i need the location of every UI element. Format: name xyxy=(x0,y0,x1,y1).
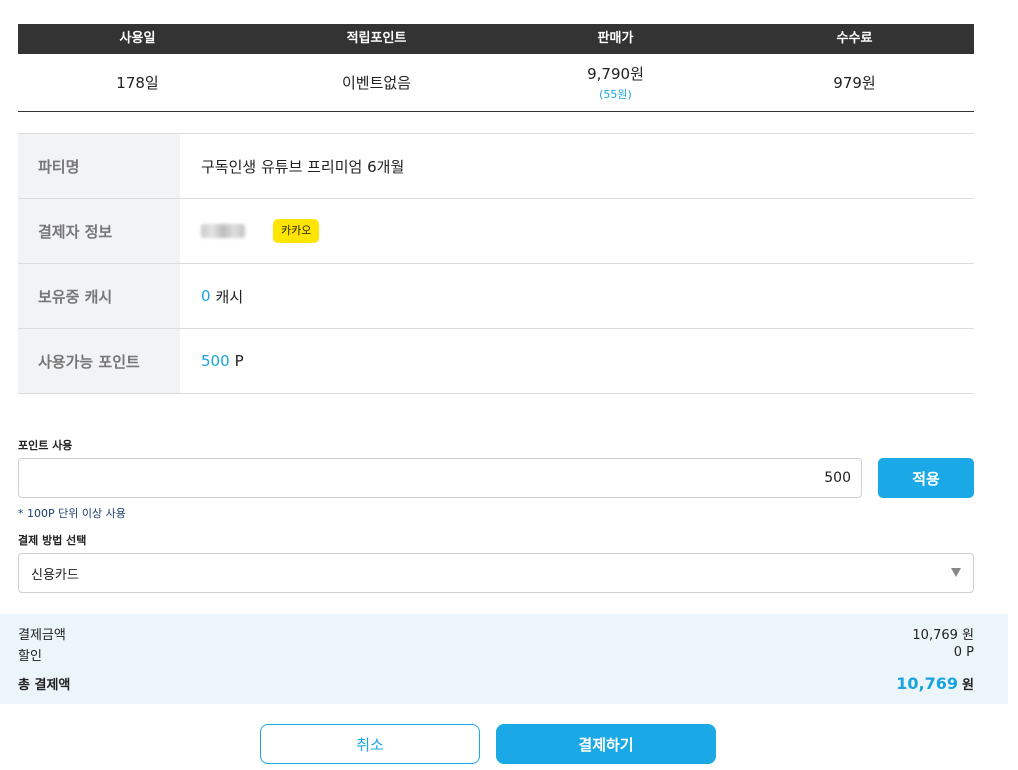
payment-method-selected: 신용카드 xyxy=(31,567,79,583)
points-input[interactable] xyxy=(18,458,862,498)
available-points-amount: 500 xyxy=(201,352,230,370)
available-points-label: 사용가능 포인트 xyxy=(18,329,180,393)
payment-method-label: 결제 방법 선택 xyxy=(18,534,87,547)
discount-label: 할인 xyxy=(18,649,42,664)
blurred-payer-name xyxy=(201,224,245,238)
fee-value: 979원 xyxy=(833,74,876,92)
cash-label: 보유중 캐시 xyxy=(18,264,180,328)
summary-value-row: 178일 이벤트없음 9,790원 (55원) 979원 xyxy=(18,54,974,112)
cash-unit: 캐시 xyxy=(215,287,244,306)
pay-button[interactable]: 결제하기 xyxy=(496,724,716,764)
header-price: 판매가 xyxy=(597,31,634,46)
cash-value: 0 캐시 xyxy=(180,264,974,328)
header-days: 사용일 xyxy=(119,31,156,46)
party-name-row: 파티명 구독인생 유튜브 프리미엄 6개월 xyxy=(18,134,974,199)
price-sub-value: (55원) xyxy=(599,88,632,101)
points-value: 이벤트없음 xyxy=(341,74,411,92)
total-label: 총 결제액 xyxy=(18,678,71,693)
total-value: 10,769 xyxy=(896,674,959,693)
discount-value: 0 P xyxy=(953,645,974,660)
cash-row: 보유중 캐시 0 캐시 xyxy=(18,264,974,329)
price-value: 9,790원 xyxy=(587,65,644,83)
total-row: 총 결제액 10,769 원 xyxy=(18,674,974,693)
available-points-row: 사용가능 포인트 500 P xyxy=(18,329,974,394)
summary-table: 사용일 적립포인트 판매가 수수료 178일 이벤트없음 9,790원 (55원… xyxy=(18,24,974,112)
total-unit: 원 xyxy=(962,678,974,693)
amount-row: 결제금액 10,769 원 xyxy=(18,624,974,643)
available-points-unit: P xyxy=(234,352,244,370)
party-name-value: 구독인생 유튜브 프리미엄 6개월 xyxy=(201,157,405,176)
payer-info-label: 결제자 정보 xyxy=(18,199,180,263)
cancel-button[interactable]: 취소 xyxy=(260,724,480,764)
totals-panel: 결제금액 10,769 원 할인 0 P 총 결제액 10,769 원 xyxy=(0,614,1008,704)
total-value-wrap: 10,769 원 xyxy=(896,674,974,693)
payer-info-row: 결제자 정보 카카오 xyxy=(18,199,974,264)
apply-points-button[interactable]: 적용 xyxy=(878,458,974,498)
available-points-value: 500 P xyxy=(180,329,974,393)
party-name-label: 파티명 xyxy=(18,134,180,198)
payment-method-select[interactable]: 신용카드 xyxy=(18,553,974,593)
dropdown-caret-icon xyxy=(951,568,961,577)
discount-row: 할인 0 P xyxy=(18,645,974,664)
kakao-badge: 카카오 xyxy=(273,219,320,243)
summary-header-row: 사용일 적립포인트 판매가 수수료 xyxy=(18,24,974,54)
points-note: * 100P 단위 이상 사용 xyxy=(18,507,126,520)
amount-value: 10,769 원 xyxy=(912,628,974,643)
party-info-table: 파티명 구독인생 유튜브 프리미엄 6개월 결제자 정보 카카오 보유중 캐시 … xyxy=(18,133,974,394)
price-cell: 9,790원 (55원) xyxy=(496,63,735,102)
header-fee: 수수료 xyxy=(836,31,873,46)
days-value: 178일 xyxy=(116,74,159,92)
payer-info-value: 카카오 xyxy=(180,199,974,263)
amount-label: 결제금액 xyxy=(18,628,66,643)
points-use-label: 포인트 사용 xyxy=(18,439,73,452)
cash-amount: 0 xyxy=(201,287,211,305)
header-points: 적립포인트 xyxy=(346,31,407,46)
